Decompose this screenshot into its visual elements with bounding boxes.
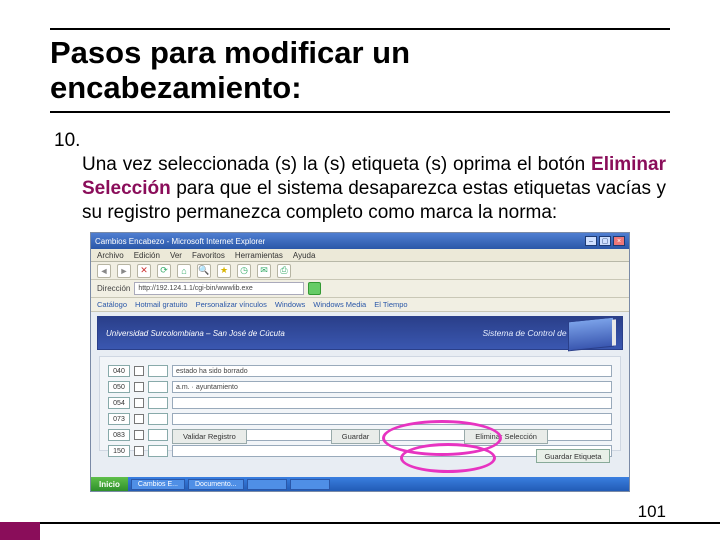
embedded-screenshot: Cambios Encabezo - Microsoft Internet Ex… [90, 232, 630, 492]
book-icon [568, 317, 614, 352]
page-content: Universidad Surcolombiana – San José de … [91, 312, 629, 477]
row-checkbox[interactable] [134, 414, 144, 424]
favorites-icon[interactable]: ★ [217, 264, 231, 278]
refresh-button[interactable]: ⟳ [157, 264, 171, 278]
step-text: 10. Una vez seleccionada (s) la (s) etiq… [50, 129, 670, 224]
menu-bar: Archivo Edición Ver Favoritos Herramient… [91, 249, 629, 262]
tag-code[interactable]: 150 [108, 445, 130, 457]
address-bar: Dirección http://192.124.1.1/cgi-bin/www… [91, 280, 629, 298]
taskbar-item[interactable] [290, 479, 330, 490]
table-row: 073 [108, 413, 612, 425]
tag-code[interactable]: 073 [108, 413, 130, 425]
field-input[interactable]: a.m. · ayuntamiento [172, 381, 612, 393]
app-banner: Universidad Surcolombiana – San José de … [97, 316, 623, 350]
link-wmedia[interactable]: Windows Media [313, 300, 366, 309]
window-controls: – ▢ × [585, 236, 625, 246]
field-input[interactable]: estado ha sido borrado [172, 365, 612, 377]
search-icon[interactable]: 🔍 [197, 264, 211, 278]
address-input[interactable]: http://192.124.1.1/cgi-bin/wwwlib.exe [134, 282, 304, 295]
taskbar: Inicio Cambios E... Documento... [91, 477, 629, 491]
delete-selection-button[interactable]: Eliminar Selección [464, 429, 548, 444]
menu-favoritos[interactable]: Favoritos [192, 251, 225, 260]
tag-code[interactable]: 040 [108, 365, 130, 377]
link-personalizar[interactable]: Personalizar vínculos [196, 300, 267, 309]
step-body: Una vez seleccionada (s) la (s) etiqueta… [54, 153, 666, 224]
maximize-button[interactable]: ▢ [599, 236, 611, 246]
tag-code[interactable]: 050 [108, 381, 130, 393]
rule-top [50, 28, 670, 30]
field-input[interactable] [172, 397, 612, 409]
link-hotmail[interactable]: Hotmail gratuito [135, 300, 188, 309]
toolbar: ◄ ► ✕ ⟳ ⌂ 🔍 ★ ◷ ✉ ⎙ [91, 262, 629, 280]
field-input[interactable] [172, 413, 612, 425]
go-button[interactable] [308, 282, 321, 295]
page-number: 101 [638, 502, 666, 522]
mail-icon[interactable]: ✉ [257, 264, 271, 278]
table-row: 054 [108, 397, 612, 409]
slide-title: Pasos para modificar un encabezamiento: [50, 36, 670, 105]
address-label: Dirección [97, 284, 130, 293]
stop-button[interactable]: ✕ [137, 264, 151, 278]
step-lead: Una vez seleccionada (s) la (s) etiqueta… [82, 154, 591, 175]
banner-left: Universidad Surcolombiana – San José de … [106, 329, 285, 338]
taskbar-item[interactable]: Documento... [188, 479, 244, 490]
slide-baseline [0, 522, 720, 524]
menu-archivo[interactable]: Archivo [97, 251, 124, 260]
link-eltiempo[interactable]: El Tiempo [374, 300, 407, 309]
table-row: 050 a.m. · ayuntamiento [108, 381, 612, 393]
indicator-box[interactable] [148, 445, 168, 457]
save-button[interactable]: Guardar [331, 429, 381, 444]
indicator-box[interactable] [148, 397, 168, 409]
minimize-button[interactable]: – [585, 236, 597, 246]
indicator-box[interactable] [148, 381, 168, 393]
form-area: 040 estado ha sido borrado 050 a.m. · ay… [99, 356, 621, 451]
tag-code[interactable]: 054 [108, 397, 130, 409]
window-titlebar: Cambios Encabezo - Microsoft Internet Ex… [91, 233, 629, 249]
window-title: Cambios Encabezo - Microsoft Internet Ex… [95, 237, 265, 246]
taskbar-item[interactable] [247, 479, 287, 490]
close-button[interactable]: × [613, 236, 625, 246]
start-button[interactable]: Inicio [91, 477, 128, 491]
rule-under-title [50, 111, 670, 113]
back-button[interactable]: ◄ [97, 264, 111, 278]
forward-button[interactable]: ► [117, 264, 131, 278]
save-tag-button[interactable]: Guardar Etiqueta [536, 449, 610, 463]
taskbar-item[interactable]: Cambios E... [131, 479, 185, 490]
row-checkbox[interactable] [134, 366, 144, 376]
row-checkbox[interactable] [134, 382, 144, 392]
accent-block [0, 522, 40, 540]
indicator-box[interactable] [148, 413, 168, 425]
link-catalogo[interactable]: Catálogo [97, 300, 127, 309]
slide: Pasos para modificar un encabezamiento: … [0, 0, 720, 540]
indicator-box[interactable] [148, 365, 168, 377]
link-windows[interactable]: Windows [275, 300, 305, 309]
menu-ayuda[interactable]: Ayuda [293, 251, 316, 260]
button-row: Validar Registro Guardar Eliminar Selecc… [100, 429, 620, 444]
table-row: 040 estado ha sido borrado [108, 365, 612, 377]
history-icon[interactable]: ◷ [237, 264, 251, 278]
links-bar: Catálogo Hotmail gratuito Personalizar v… [91, 298, 629, 312]
print-icon[interactable]: ⎙ [277, 264, 291, 278]
validate-button[interactable]: Validar Registro [172, 429, 247, 444]
screenshot-wrap: Cambios Encabezo - Microsoft Internet Ex… [90, 232, 630, 492]
menu-edicion[interactable]: Edición [134, 251, 160, 260]
home-button[interactable]: ⌂ [177, 264, 191, 278]
menu-herramientas[interactable]: Herramientas [235, 251, 283, 260]
menu-ver[interactable]: Ver [170, 251, 182, 260]
row-checkbox[interactable] [134, 398, 144, 408]
row-checkbox[interactable] [134, 446, 144, 456]
step-number: 10. [54, 130, 80, 151]
